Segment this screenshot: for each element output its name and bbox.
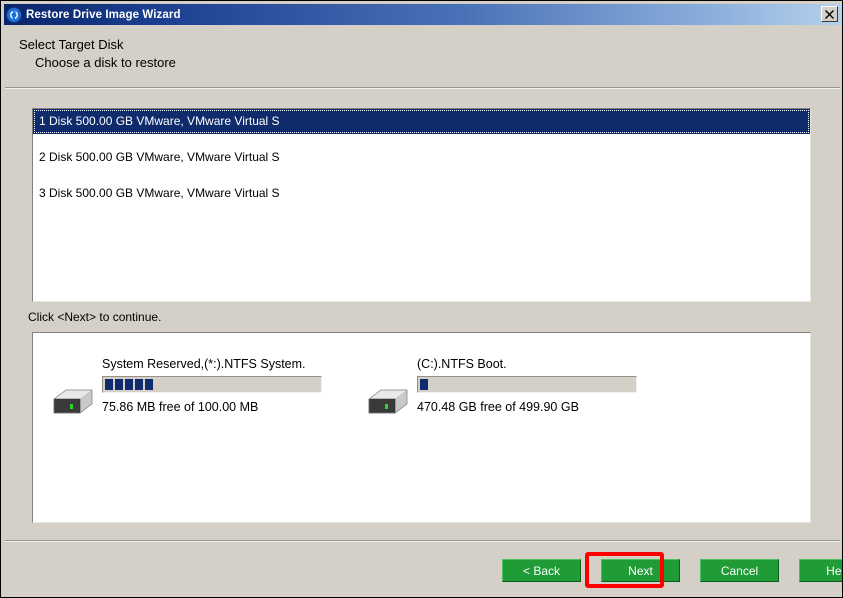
hard-drive-icon [48, 373, 96, 421]
usage-bar-segment [135, 379, 143, 390]
partition-usage-bar [417, 376, 637, 393]
usage-bar-segment [420, 379, 428, 390]
cancel-button[interactable]: Cancel [700, 559, 779, 582]
close-icon[interactable] [821, 6, 838, 22]
page-subtitle: Choose a disk to restore [35, 55, 176, 70]
partition-free-text: 75.86 MB free of 100.00 MB [102, 400, 259, 414]
partition-info: System Reserved,(*:).NTFS System. 75.86 … [102, 355, 322, 414]
partition-entry: (C:).NTFS Boot. 470.48 GB free of 499.90… [363, 355, 637, 421]
title-bar: Restore Drive Image Wizard [4, 4, 841, 25]
hint-text: Click <Next> to continue. [28, 310, 162, 324]
usage-bar-segment [125, 379, 133, 390]
disk-list-item[interactable]: 1 Disk 500.00 GB VMware, VMware Virtual … [33, 109, 810, 134]
disk-list[interactable]: 1 Disk 500.00 GB VMware, VMware Virtual … [32, 108, 811, 302]
partition-label: System Reserved,(*:).NTFS System. [102, 357, 306, 371]
disk-list-spacer [33, 134, 810, 145]
back-button[interactable]: < Back [502, 559, 581, 582]
wizard-button-bar: < Back Next Cancel Help [502, 559, 842, 582]
page-title: Select Target Disk [19, 37, 124, 52]
next-button[interactable]: Next [601, 559, 680, 582]
disk-list-item[interactable]: 2 Disk 500.00 GB VMware, VMware Virtual … [33, 145, 810, 170]
disk-list-spacer [33, 170, 810, 181]
header-divider [5, 87, 840, 89]
hard-drive-icon [363, 373, 411, 421]
partition-usage-bar [102, 376, 322, 393]
usage-bar-segment [105, 379, 113, 390]
usage-bar-segment [145, 379, 153, 390]
disk-list-item[interactable]: 3 Disk 500.00 GB VMware, VMware Virtual … [33, 181, 810, 206]
partition-panel: System Reserved,(*:).NTFS System. 75.86 … [32, 332, 811, 523]
partition-free-text: 470.48 GB free of 499.90 GB [417, 400, 579, 414]
partition-entry: System Reserved,(*:).NTFS System. 75.86 … [48, 355, 322, 421]
usage-bar-segment [115, 379, 123, 390]
help-button[interactable]: Help [799, 559, 842, 582]
partition-info: (C:).NTFS Boot. 470.48 GB free of 499.90… [417, 355, 637, 414]
restore-drive-image-wizard-window: Restore Drive Image Wizard Select Target… [0, 0, 843, 598]
partition-label: (C:).NTFS Boot. [417, 357, 507, 371]
footer-divider [5, 540, 840, 542]
restore-circular-arrows-icon [6, 6, 22, 23]
window-title: Restore Drive Image Wizard [26, 8, 181, 21]
